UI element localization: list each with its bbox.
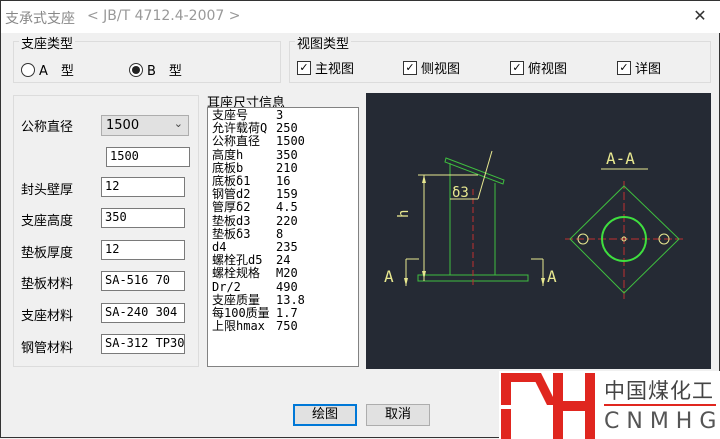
window-title: 支承式支座: [5, 11, 75, 27]
info-row: Dr/2 490: [212, 279, 354, 294]
logo-mark-icon: [501, 373, 595, 439]
checkbox-main-view[interactable]: ✓ 主视图: [297, 58, 354, 77]
section-arrow-icon: [404, 278, 408, 286]
select-value: 1500: [106, 118, 140, 133]
close-icon[interactable]: ✕: [689, 5, 711, 27]
section-view: [565, 181, 684, 301]
info-value: 750: [276, 319, 298, 334]
field-label: 钢管材料: [21, 341, 74, 356]
view-type-label: 视图类型: [295, 33, 352, 52]
checkbox-side-view[interactable]: ✓ 侧视图: [403, 58, 460, 77]
info-row: 高度h 350: [212, 147, 354, 162]
info-list[interactable]: 支座号 3 允许载荷Q 250 公称直径 1500 高度h 350 底板b 210 底板δ1 16 钢管…: [207, 107, 359, 367]
section-marker-right: A: [547, 267, 557, 286]
nominal-diameter-input[interactable]: 1500: [106, 147, 190, 167]
info-key: 螺栓规格: [212, 266, 261, 281]
logo-cn: 中国煤化工: [604, 379, 714, 403]
field-label: 支座材料: [21, 309, 74, 324]
info-value: 4.5: [276, 200, 298, 215]
watermark-logo: 中国煤化工 CNMHG: [499, 371, 720, 439]
info-key: 垫板d3: [212, 213, 251, 228]
checkbox-checked-icon: ✓: [297, 60, 311, 75]
info-row: 上限hmax 750: [212, 320, 354, 333]
chevron-down-icon: ⌄: [173, 117, 183, 130]
checkbox-checked-icon: ✓: [510, 60, 524, 75]
nominal-diameter-select[interactable]: 1500 ⌄: [101, 115, 189, 136]
info-key: 上限hmax: [212, 319, 265, 334]
field-label: 支座高度: [21, 214, 74, 229]
radio-type-b[interactable]: B 型: [129, 60, 182, 79]
info-row: 螺栓规格 M20: [212, 267, 354, 280]
nominal-diameter-label: 公称直径: [21, 120, 74, 135]
support-material-input[interactable]: SA-240 304: [101, 303, 185, 323]
logo-en: CNMHG: [604, 409, 720, 434]
head-thickness-input[interactable]: 12: [101, 177, 185, 197]
field-label: 垫板材料: [21, 277, 74, 292]
info-value: 490: [276, 279, 298, 294]
logo-divider: [604, 404, 716, 406]
info-value: 220: [276, 213, 298, 228]
radio-selected-icon: [129, 62, 143, 77]
pipe-material-input[interactable]: SA-312 TP304: [101, 334, 185, 354]
pad-thickness-input[interactable]: 12: [101, 240, 185, 260]
support-height-input[interactable]: 350: [101, 208, 185, 228]
info-key: 管厚δ2: [212, 200, 251, 215]
info-row: 垫板d3 220: [212, 213, 354, 228]
pad-material-input[interactable]: SA-516 70: [101, 271, 185, 291]
cancel-button[interactable]: 取消: [366, 404, 430, 426]
checkbox-top-view[interactable]: ✓ 俯视图: [510, 58, 567, 77]
info-key: 高度h: [212, 147, 244, 162]
checkbox-checked-icon: ✓: [403, 60, 417, 75]
section-marker-left: A: [384, 267, 394, 286]
dim-delta-label: δ3: [452, 185, 469, 201]
checkbox-checked-icon: ✓: [617, 60, 631, 75]
info-row: 管厚δ2 4.5: [212, 201, 354, 214]
info-value: M20: [276, 266, 298, 281]
radio-icon: [21, 62, 35, 77]
info-key: Dr/2: [212, 279, 241, 294]
field-label: 垫板厚度: [21, 246, 74, 261]
arrow-icon: [422, 175, 426, 183]
pad-plate: [444, 157, 505, 185]
checkbox-detail-view[interactable]: ✓ 详图: [617, 58, 661, 77]
field-label: 封头壁厚: [21, 183, 74, 198]
drawing-preview: h δ3 A A A-A: [366, 93, 711, 369]
section-arrow-icon: [541, 278, 545, 286]
info-row: 公称直径 1500: [212, 135, 354, 148]
info-value: 1500: [276, 134, 305, 149]
front-view: [404, 150, 545, 286]
drawing-svg: h δ3 A A A-A: [384, 149, 684, 301]
title-bar: 支承式支座 < JB/T 4712.4-2007 > ✕: [1, 1, 720, 33]
draw-button[interactable]: 绘图: [293, 404, 357, 426]
info-value: 350: [276, 147, 298, 162]
radio-type-a[interactable]: A 型: [21, 60, 74, 79]
support-type-label: 支座类型: [19, 33, 76, 52]
dim-h-label: h: [396, 210, 412, 218]
section-title: A-A: [606, 149, 635, 168]
info-key: 公称直径: [212, 134, 261, 149]
window-subtitle: < JB/T 4712.4-2007 >: [87, 8, 241, 24]
